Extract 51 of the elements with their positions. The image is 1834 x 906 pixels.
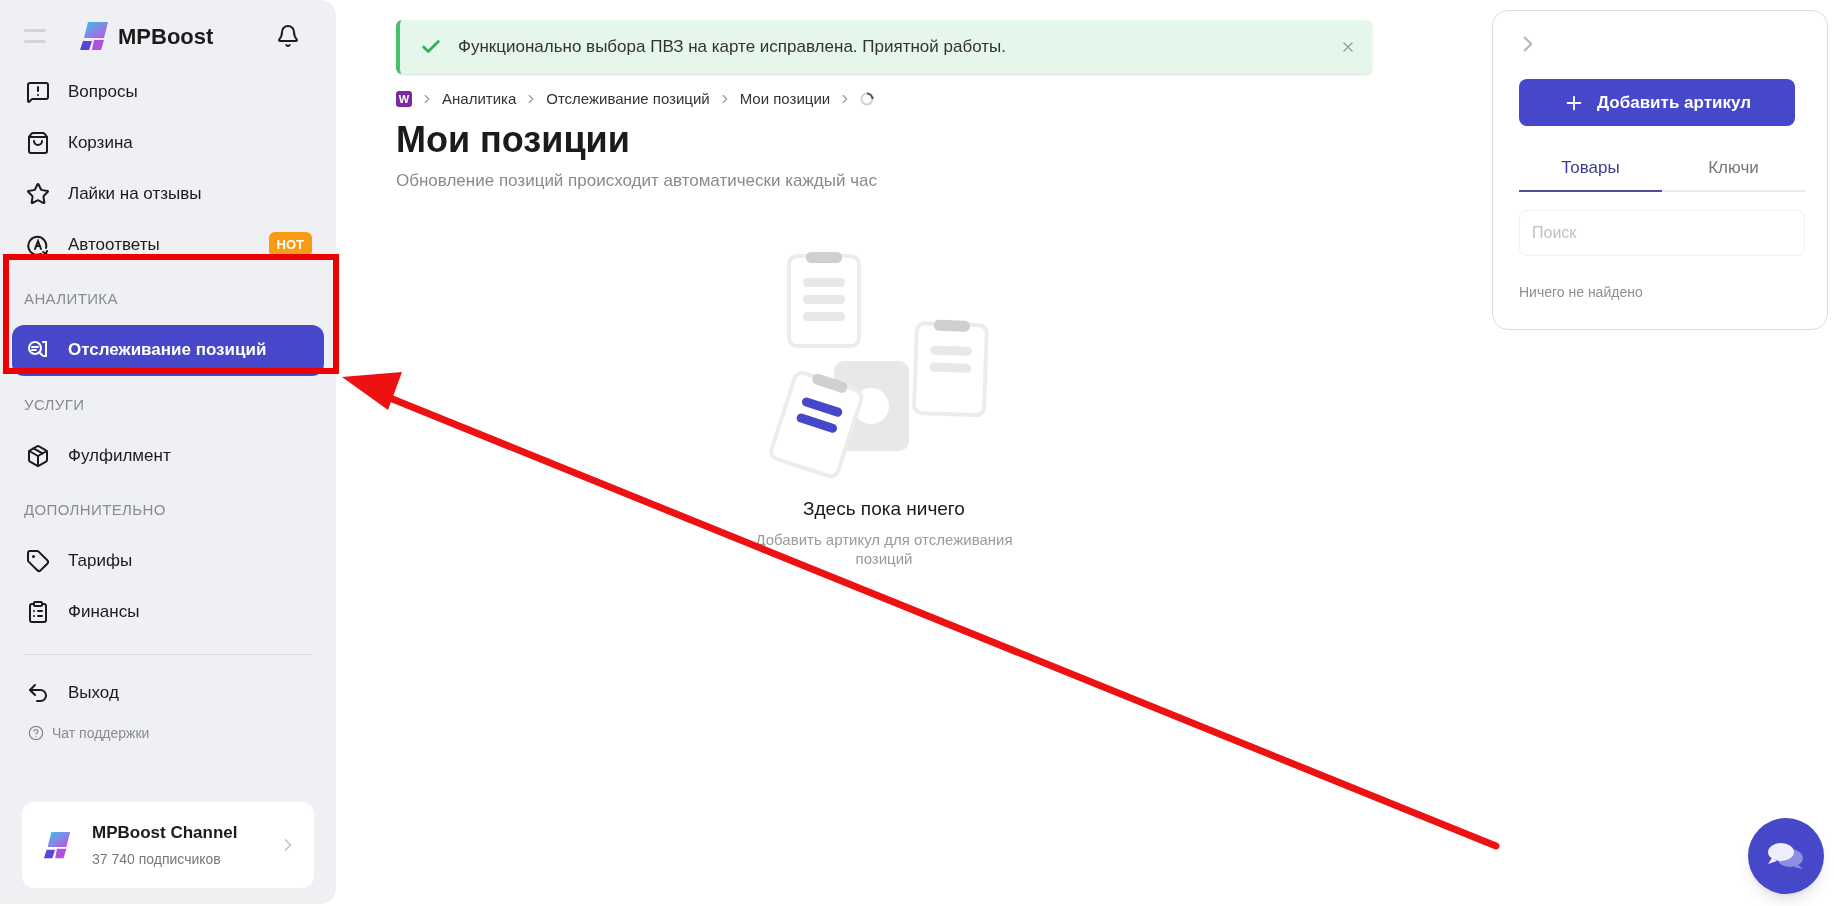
logo-icon: [42, 830, 72, 860]
star-icon: [26, 181, 50, 206]
chat-button[interactable]: [1748, 818, 1824, 894]
question-icon: [26, 79, 50, 104]
menu-icon[interactable]: [24, 29, 46, 43]
spinner-icon: [860, 92, 875, 107]
empty-title: Здесь пока ничего: [803, 497, 965, 521]
page-title: Мои позиции: [396, 117, 630, 162]
nav-label: Фулфилмент: [68, 444, 171, 467]
page-subtitle: Обновление позиций происходит автоматически каждый час: [396, 169, 877, 192]
nav-label: Финансы: [68, 601, 140, 624]
nav-item[interactable]: Корзина: [12, 117, 324, 168]
alert-text: Функционально выбора ПВЗ на карте исправлена. Приятной работы.: [458, 36, 1006, 59]
nav-label: Автоответы: [68, 233, 160, 256]
search-field[interactable]: Поиск: [1519, 210, 1805, 256]
tab[interactable]: Ключи: [1662, 146, 1805, 192]
nav-item[interactable]: Вопросы: [12, 66, 324, 117]
nav-label: Тарифы: [68, 550, 133, 573]
tag-icon: [26, 549, 50, 573]
nav-item[interactable]: Лайки на отзывы: [12, 168, 324, 219]
section-heading: УСЛУГИ: [23, 394, 86, 415]
empty-text: Добавить артикул для отслеживания позиций: [754, 529, 1014, 568]
channel-name: MPBoost Channel: [92, 821, 238, 844]
box-icon: [26, 443, 50, 468]
tab[interactable]: Товары: [1519, 146, 1662, 192]
nav-item[interactable]: Финансы: [12, 586, 324, 638]
section-heading: АНАЛИТИКА: [23, 289, 119, 309]
nav-label: Лайки на отзывы: [68, 182, 202, 205]
add-item-button[interactable]: Добавить артикул: [1519, 79, 1795, 126]
bell-icon[interactable]: [276, 24, 300, 48]
section-heading: ДОПОЛНИТЕЛЬНО: [23, 500, 167, 520]
logo-icon: [78, 20, 110, 52]
breadcrumb-link[interactable]: Аналитика: [442, 88, 517, 111]
help-icon: [28, 725, 44, 741]
channel-card[interactable]: MPBoost Channel 37 740 подписчиков: [22, 802, 314, 888]
logout-item[interactable]: Выход: [12, 670, 324, 715]
nav-label: Вопросы: [68, 80, 138, 103]
clipboard-icon: [26, 600, 50, 624]
subscriber-count: 37 740 подписчиков: [92, 850, 222, 870]
nav-label: Отслеживание позиций: [68, 339, 267, 362]
nav-item[interactable]: Фулфилмент: [12, 430, 324, 481]
bag-icon: [26, 130, 50, 155]
brand-name: MPBoost: [118, 22, 214, 51]
nav-label: Корзина: [68, 131, 133, 154]
nav-item[interactable]: Автоответы HOT: [12, 219, 324, 270]
nav-item[interactable]: Тарифы: [12, 535, 324, 587]
breadcrumb-link[interactable]: Мои позиции: [739, 88, 831, 111]
chat-bubbles-icon: [1767, 840, 1805, 872]
marketplace-badge: W: [396, 91, 412, 108]
breadcrumb-link[interactable]: Отслеживание позиций: [546, 88, 710, 111]
empty-message: Ничего не найдено: [1519, 283, 1644, 302]
